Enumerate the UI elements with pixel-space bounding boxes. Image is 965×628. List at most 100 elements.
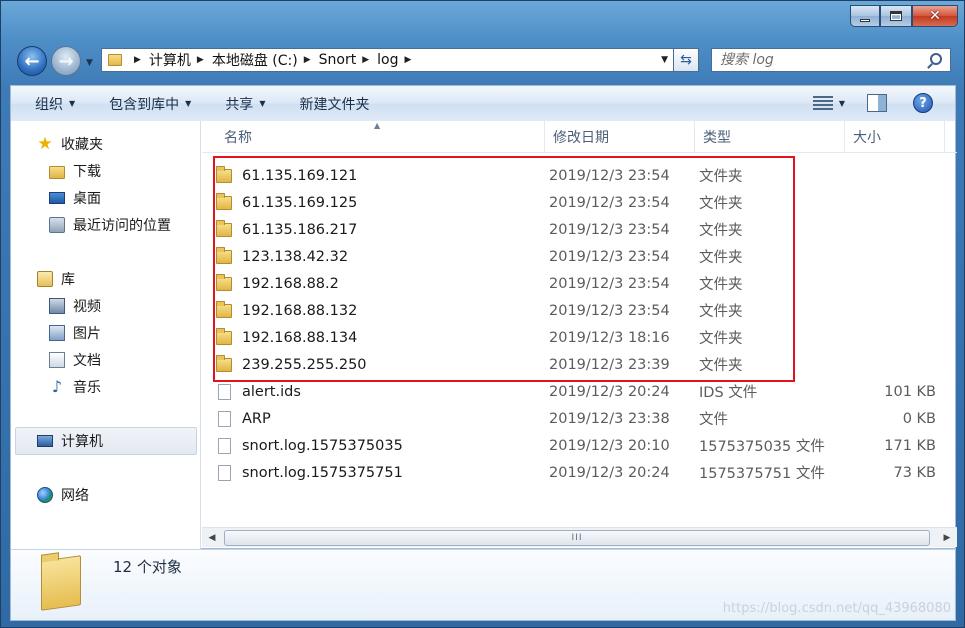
file-size: 101 KB — [884, 383, 936, 400]
navigation-pane: ★ 收藏夹 下载 桌面 最近访问的位置 库 视频 图片 文档 ♪ 音乐 计算机 网络 — [11, 121, 201, 549]
address-history-dropdown-icon[interactable]: ▼ — [661, 55, 668, 65]
search-input[interactable] — [712, 52, 912, 68]
nav-item-favorites[interactable]: ★ 收藏夹 — [37, 131, 103, 157]
music-icon: ♪ — [51, 377, 63, 396]
refresh-icon: ⇆ — [680, 52, 692, 68]
file-icon — [218, 383, 231, 400]
search-icon[interactable] — [930, 53, 942, 65]
file-row[interactable]: alert.ids 2019/12/3 20:24 IDS 文件 101 KB — [216, 378, 936, 405]
file-name: snort.log.1575375035 — [242, 437, 403, 454]
video-icon — [49, 298, 65, 314]
file-name: alert.ids — [242, 383, 301, 400]
recent-pages-dropdown-icon[interactable]: ▼ — [86, 58, 93, 68]
nav-label: 桌面 — [73, 191, 101, 207]
chevron-right-icon[interactable]: ▶ — [404, 55, 411, 65]
column-label: 类型 — [703, 130, 731, 146]
file-type: 文件 — [699, 412, 728, 428]
back-button[interactable]: ← — [17, 46, 47, 76]
close-icon: ✕ — [929, 8, 941, 24]
column-header-type[interactable]: 类型 — [695, 121, 845, 153]
breadcrumb-snort[interactable]: Snort ▶ — [319, 52, 378, 68]
nav-item-recent-places[interactable]: 最近访问的位置 — [49, 212, 171, 238]
file-date: 2019/12/3 20:24 — [549, 464, 670, 481]
horizontal-scrollbar[interactable]: ◀ III ▶ — [202, 527, 957, 547]
refresh-button[interactable]: ⇆ — [673, 48, 699, 72]
maximize-icon — [890, 11, 902, 21]
column-header-date[interactable]: 修改日期 — [545, 121, 695, 153]
column-label: 修改日期 — [553, 130, 609, 146]
file-date: 2019/12/3 20:24 — [549, 383, 670, 400]
search-box[interactable] — [711, 48, 951, 72]
nav-item-downloads[interactable]: 下载 — [49, 158, 101, 184]
nav-item-videos[interactable]: 视频 — [49, 293, 101, 319]
annotation-highlight-box — [213, 156, 795, 382]
minimize-button[interactable] — [850, 5, 880, 27]
nav-item-music[interactable]: ♪ 音乐 — [49, 374, 101, 400]
breadcrumb-label: log — [377, 52, 399, 68]
breadcrumb-computer[interactable]: 计算机 ▶ — [149, 50, 212, 70]
file-row[interactable]: ARP 2019/12/3 23:38 文件 0 KB — [216, 405, 936, 432]
help-icon[interactable]: ? — [913, 93, 933, 113]
file-type: IDS 文件 — [699, 385, 758, 401]
file-row[interactable]: snort.log.1575375751 2019/12/3 20:24 15753… — [216, 459, 936, 486]
breadcrumb-log[interactable]: log ▶ — [377, 52, 419, 68]
nav-label: 库 — [61, 272, 75, 288]
scroll-left-icon[interactable]: ◀ — [204, 530, 220, 546]
scroll-right-icon[interactable]: ▶ — [939, 530, 955, 546]
column-header-size[interactable]: 大小 — [845, 121, 945, 153]
close-button[interactable]: ✕ — [912, 5, 958, 27]
new-folder-button[interactable]: 新建文件夹 — [299, 94, 369, 114]
share-menu-button[interactable]: 共享 ▼ — [225, 94, 265, 114]
new-folder-label: 新建文件夹 — [299, 96, 370, 113]
nav-item-documents[interactable]: 文档 — [49, 347, 101, 373]
documents-icon — [49, 352, 65, 368]
file-size: 0 KB — [902, 410, 936, 427]
forward-button[interactable]: → — [51, 46, 81, 76]
chevron-right-icon[interactable]: ▶ — [362, 55, 369, 65]
nav-label: 音乐 — [73, 380, 101, 396]
column-label: 大小 — [853, 130, 881, 146]
network-icon — [37, 487, 53, 503]
nav-item-libraries[interactable]: 库 — [37, 266, 75, 292]
forward-arrow-icon: → — [58, 50, 74, 72]
watermark: https://blog.csdn.net/qq_43968080 — [722, 601, 951, 616]
chevron-right-icon: ▶ — [134, 55, 141, 65]
nav-item-desktop[interactable]: 桌面 — [49, 185, 101, 211]
nav-item-computer[interactable]: 计算机 — [37, 428, 103, 454]
view-options-icon[interactable] — [812, 96, 833, 110]
view-dropdown-icon[interactable]: ▼ — [839, 99, 845, 108]
nav-label: 网络 — [61, 488, 89, 504]
toolbar-right-group: ▼ ? — [812, 86, 955, 120]
chevron-down-icon: ▼ — [69, 99, 76, 108]
scrollbar-grip: III — [571, 533, 583, 543]
desktop-icon — [49, 192, 65, 204]
window-controls: ✕ — [850, 5, 958, 29]
title-bar[interactable]: ✕ — [1, 1, 964, 41]
chevron-right-icon[interactable]: ▶ — [304, 55, 311, 65]
chevron-down-icon: ▼ — [259, 99, 266, 108]
preview-pane-icon[interactable] — [867, 94, 887, 112]
details-pane: 12 个对象 https://blog.csdn.net/qq_43968080 — [10, 549, 956, 621]
file-row[interactable]: snort.log.1575375035 2019/12/3 20:10 15753… — [216, 432, 936, 459]
column-header-name[interactable]: 名称 — [216, 121, 545, 153]
minimize-icon — [860, 18, 870, 22]
nav-label: 文档 — [73, 353, 101, 369]
include-in-library-button[interactable]: 包含到库中 ▼ — [109, 94, 191, 114]
nav-label: 计算机 — [61, 434, 103, 450]
nav-item-network[interactable]: 网络 — [37, 482, 89, 508]
chevron-right-icon[interactable]: ▶ — [197, 55, 204, 65]
file-icon — [218, 410, 231, 427]
breadcrumb-label: 计算机 — [148, 53, 191, 69]
maximize-button[interactable] — [880, 5, 912, 27]
folder-icon — [108, 54, 122, 66]
scrollbar-thumb[interactable]: III — [224, 530, 930, 546]
nav-label: 下载 — [73, 164, 101, 180]
breadcrumb-local-disk[interactable]: 本地磁盘 (C:) ▶ — [212, 50, 319, 70]
library-icon — [37, 271, 53, 287]
chevron-down-icon: ▼ — [185, 99, 192, 108]
back-arrow-icon: ← — [24, 50, 40, 72]
address-bar[interactable]: ▶ 计算机 ▶ 本地磁盘 (C:) ▶ Snort ▶ log ▶ ▼ — [101, 48, 699, 72]
nav-item-pictures[interactable]: 图片 — [49, 320, 101, 346]
breadcrumb-separator[interactable]: ▶ — [128, 55, 149, 65]
organize-menu-button[interactable]: 组织 ▼ — [35, 94, 75, 114]
